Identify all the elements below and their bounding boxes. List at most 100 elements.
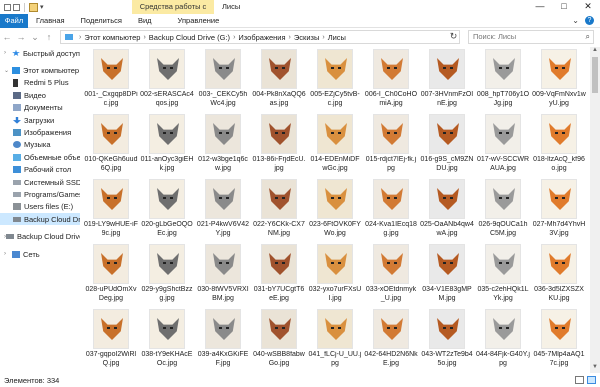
breadcrumb-item[interactable]: Лисы [328,33,346,42]
breadcrumb-item[interactable]: Изображения [238,33,285,42]
maximize-button[interactable]: □ [552,0,576,14]
cloud-drive-icon [6,234,14,240]
nav-item[interactable]: Users files (E:) [0,201,80,213]
file-item[interactable]: 035-c2ehHQk1LYk.jpg [475,242,531,307]
nav-item[interactable]: Рабочий стол [0,164,80,176]
nav-item[interactable]: Redmi 5 Plus [0,77,80,89]
expand-chevron-icon[interactable]: › [4,50,12,56]
file-item[interactable]: 042-64HD2N6NkE.jpg [363,307,419,372]
file-item[interactable]: 003-_CEKCy5hWc4.jpg [195,47,251,112]
file-item[interactable]: 019-LY9wHUE-iF9c.jpg [83,177,139,242]
file-item[interactable]: 017-wV-SCCWRAUA.jpg [475,112,531,177]
file-item[interactable]: 016-g9S_cM9ZNDU.jpg [419,112,475,177]
file-item[interactable]: 044-84Fjk-G40Y.jpg [475,307,531,372]
file-item[interactable]: 013-86i-FrjdEcU.jpg [251,112,307,177]
new-folder-small-icon[interactable] [13,3,20,11]
nav-item[interactable]: Системный SSD (C:) [0,176,80,188]
nav-item[interactable]: ›Backup Cloud Drive ( [0,230,80,242]
file-item[interactable]: 008_hpT706y1OJg.jpg [475,47,531,112]
expand-chevron-icon[interactable]: › [4,251,12,257]
tab-file[interactable]: Файл [0,13,28,28]
file-item[interactable]: 026-9qOUCa1hC5M.jpg [475,177,531,242]
breadcrumb-item[interactable]: Этот компьютер [84,33,140,42]
close-button[interactable]: ✕ [576,0,600,14]
nav-item[interactable]: Музыка [0,139,80,151]
nav-item[interactable]: › Сеть [0,248,80,260]
file-item[interactable]: 039-a4KxGKiFEF.jpg [195,307,251,372]
expand-ribbon-icon[interactable]: ⌄ [572,16,579,25]
file-item[interactable]: 001-_Cxgqp8DPic.jpg [83,47,139,112]
file-item[interactable]: 030-8tWV5VRXIBM.jpg [195,242,251,307]
file-item[interactable]: 033-xOEtdnmyk_U.jpg [363,242,419,307]
vertical-scrollbar[interactable]: ▲ ▼ [590,47,600,373]
file-item[interactable]: 014-EDEnMiDFwGc.jpg [307,112,363,177]
file-item[interactable]: 020-gLbGeOQOEc.jpg [139,177,195,242]
nav-item[interactable]: Изображения [0,126,80,138]
up-arrow-icon[interactable]: ↑ [42,32,56,42]
tab-share[interactable]: Поделиться [73,14,130,28]
file-item[interactable]: 029-y9gShctBzzg.jpg [139,242,195,307]
scrollbar-thumb[interactable] [592,57,598,93]
file-item[interactable]: 034-V1E83gMPM.jpg [419,242,475,307]
nav-item[interactable]: Загрузки [0,114,80,126]
quick-access-toolbar: ▾ [0,0,44,14]
file-item[interactable]: 025-OaANb4qw4wA.jpg [419,177,475,242]
file-item[interactable]: 009-VqFmNxv1wyU.jpg [531,47,587,112]
history-dropdown-icon[interactable]: ⌄ [28,32,42,43]
picture-tools-context-tab[interactable]: Средства работы с рисунками [132,0,214,25]
nav-item[interactable]: ⌄ Этот компьютер [0,64,80,76]
nav-item[interactable]: Видео [0,89,80,101]
file-item[interactable]: 023-6FtOVK0FYWo.jpg [307,177,363,242]
file-item[interactable]: 041_fLCj-U_UU.jpg [307,307,363,372]
breadcrumb-item[interactable]: Эскизы [294,33,319,42]
breadcrumb[interactable]: › Этот компьютер › Backup Cloud Drive (G… [60,30,460,44]
file-item[interactable]: 022-Y6CKk-CX7NM.jpg [251,177,307,242]
fox-eye [114,327,117,329]
refresh-icon[interactable]: ↻ [447,30,460,44]
file-item[interactable]: 011-anOyc3giEHk.jpg [139,112,195,177]
file-item[interactable]: 038-tY9eKHAcEOc.jpg [139,307,195,372]
file-item[interactable]: 012-w3bge1q6cw.jpg [195,112,251,177]
file-item[interactable]: 010-QKeGh6uud6Q.jpg [83,112,139,177]
file-item[interactable]: 006-I_Ch0CoHOmiA.jpg [363,47,419,112]
file-item[interactable]: 024-Kva1IEcq18g.jpg [363,177,419,242]
search-input[interactable]: Поиск: Лисы ⌕ [468,30,594,44]
file-item[interactable]: 040-wSBB8fabwGo.jpg [251,307,307,372]
file-item[interactable]: 007-3HVnmFzOInE.jpg [419,47,475,112]
scroll-up-icon[interactable]: ▲ [590,47,600,56]
breadcrumb-item[interactable]: Backup Cloud Drive (G:) [149,33,230,42]
file-item[interactable]: 027-Mh7d4YhvH3V.jpg [531,177,587,242]
file-item[interactable]: 032-yxo7urFXsUI.jpg [307,242,363,307]
nav-item[interactable]: Backup Cloud Drive [0,213,80,226]
file-item[interactable]: 037-gqpoI2WiRlQ.jpg [83,307,139,372]
tab-view[interactable]: Вид [130,14,160,28]
file-item[interactable]: 031-bY7UCgtT6eE.jpg [251,242,307,307]
customize-dropdown-icon[interactable]: ▾ [40,3,44,11]
minimize-button[interactable]: — [528,0,552,14]
file-item[interactable]: 021-P4kwV6V42Y.jpg [195,177,251,242]
details-view-icon[interactable] [575,376,584,384]
tab-home[interactable]: Главная [28,14,73,28]
forward-arrow-icon[interactable]: → [14,32,28,42]
fox-drawing-thumbnail [317,114,353,154]
file-item[interactable]: 004-Pk8nXaQQ6as.jpg [251,47,307,112]
file-item[interactable]: 036-3d5lZXSZXKU.jpg [531,242,587,307]
help-icon[interactable]: ? [585,16,594,25]
nav-item[interactable]: Документы [0,102,80,114]
file-item[interactable]: 018-ltzAcQ_kf96o.jpg [531,112,587,177]
nav-item[interactable]: › Быстрый доступ [0,47,80,59]
file-item[interactable]: 028-uPUdOmXvDeg.jpg [83,242,139,307]
file-item[interactable]: 045-7Mlp4aAQ17c.jpg [531,307,587,372]
large-icons-view-icon[interactable] [587,376,596,384]
file-item[interactable]: 005-EZjCy5tvB-c.jpg [307,47,363,112]
file-item[interactable]: 015-rdjct7IEj-fk.jpg [363,112,419,177]
file-item[interactable]: 002-sERASCAc4qos.jpg [139,47,195,112]
file-item[interactable]: 043-WT2zTe9b45o.jpg [419,307,475,372]
properties-icon[interactable] [4,3,11,11]
back-arrow-icon[interactable]: ← [0,32,14,42]
expand-chevron-icon[interactable]: ⌄ [4,67,12,74]
nav-item[interactable]: Programs/Games (D [0,188,80,200]
tab-manage[interactable]: Управление [170,14,228,28]
scroll-down-icon[interactable]: ▼ [590,364,600,373]
nav-item[interactable]: Объемные объект [0,151,80,163]
